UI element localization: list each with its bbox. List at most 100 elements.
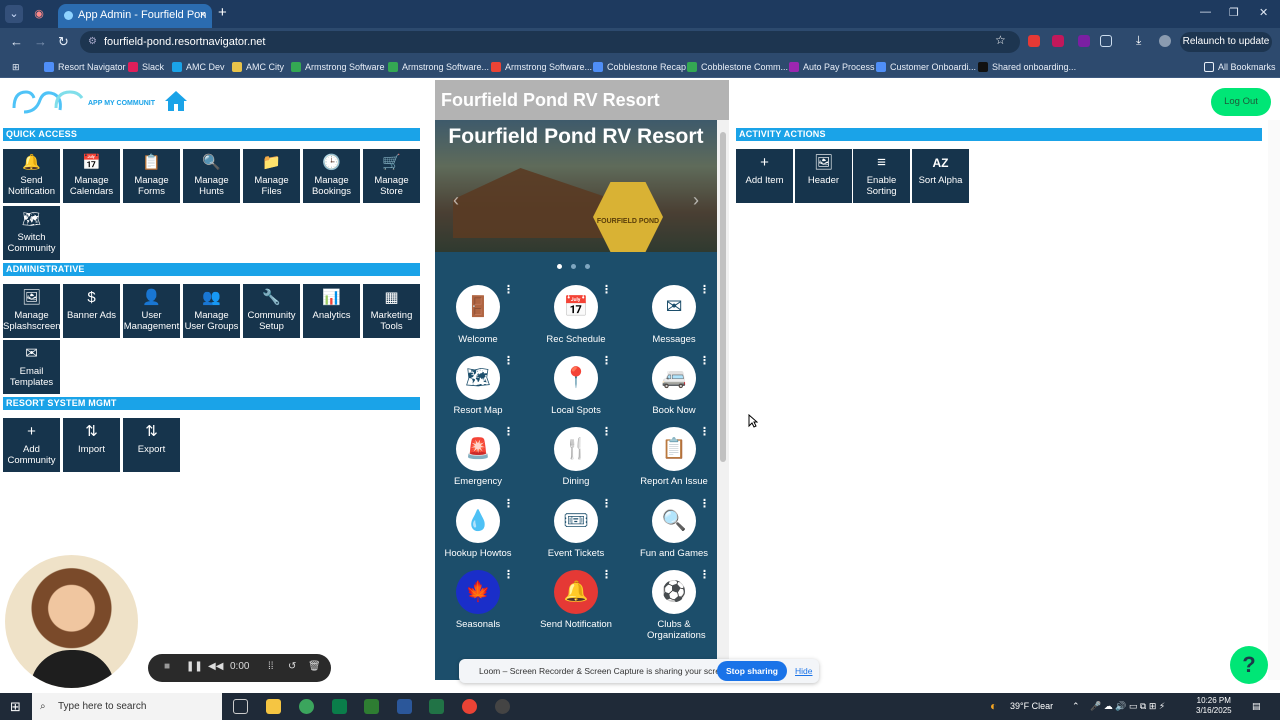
manage-forms-button[interactable]: 📋 Manage Forms [123,149,180,203]
bookmark-star-icon[interactable]: ☆ [995,33,1007,47]
more-options-icon[interactable]: ⋮ [699,427,710,438]
extension-icon[interactable] [1052,35,1064,47]
chrome-icon[interactable] [462,699,477,714]
back-icon[interactable]: ← [10,34,23,49]
site-info-icon[interactable]: ⚙ [88,31,97,53]
hide-link[interactable]: Hide [795,659,812,683]
marketing-tools-button[interactable]: ▦ Marketing Tools [363,284,420,338]
community-setup-button[interactable]: 🔧 Community Setup [243,284,300,338]
tray-icons[interactable]: 🎤 ☁ 🔊 ▭ ⧉ ⊞ ⚡ [1090,693,1165,720]
preview-item-hookup-howtos[interactable]: 💧 ⋮ Hookup Howtos [435,499,527,569]
carousel-dot[interactable] [557,264,562,269]
apps-icon[interactable]: ⊞ [12,56,20,78]
sort-alpha-button[interactable]: AZ Sort Alpha [912,149,969,203]
bookmark-item[interactable]: Cobblestone Recap [593,56,686,78]
extension-icon[interactable] [1028,35,1040,47]
file-explorer-icon[interactable] [266,699,281,714]
carousel-next-icon[interactable]: › [693,190,699,211]
app-my-community-logo[interactable]: APP MY COMMUNITY [10,86,155,118]
banner-ads-button[interactable]: $ Banner Ads [63,284,120,338]
tab-search-icon[interactable]: ⌄ [5,5,23,23]
logout-button[interactable]: Log Out [1211,88,1271,116]
hero-banner[interactable]: FOURFIELD POND Fourfield Pond RV Resort … [435,120,717,252]
close-tab-icon[interactable]: × [200,4,206,26]
url-input[interactable]: ⚙ fourfield-pond.resortnavigator.net [80,31,1020,53]
taskbar-search-input[interactable]: ⌕ Type here to search [32,693,222,720]
notifications-icon[interactable]: ▤ [1252,693,1261,720]
windows-start-icon[interactable]: ⊞ [10,693,21,720]
zoom-icon[interactable] [973,35,985,47]
weather-text[interactable]: 39°F Clear [1010,693,1053,720]
analytics-button[interactable]: 📊 Analytics [303,284,360,338]
preview-item-send-notification[interactable]: 🔔 ⋮ Send Notification [527,570,625,640]
app-icon[interactable] [495,699,510,714]
manage-user-groups-button[interactable]: 👥 Manage User Groups [183,284,240,338]
email-templates-button[interactable]: ✉ Email Templates [3,340,60,394]
manage-splashscreen-button[interactable]: 🖼 Manage Splashscreen [3,284,61,338]
export-button[interactable]: ⇅ Export [123,418,180,472]
download-icon[interactable]: ⤓ [1136,33,1148,47]
preview-item-emergency[interactable]: 🚨 ⋮ Emergency [435,427,527,497]
extensions-puzzle-icon[interactable] [1100,35,1112,47]
maximize-icon[interactable]: ❐ [1229,6,1239,19]
relaunch-button[interactable]: Relaunch to update [1180,32,1272,52]
stop-record-icon[interactable]: ■ [164,661,170,672]
manage-bookings-button[interactable]: 🕒 Manage Bookings [303,149,360,203]
preview-item-welcome[interactable]: 🚪 ⋮ Welcome [435,285,527,355]
preview-scrollbar[interactable] [717,120,729,680]
preview-item-event-tickets[interactable]: 🎟 ⋮ Event Tickets [527,499,625,569]
import-button[interactable]: ⇅ Import [63,418,120,472]
bookmark-item[interactable]: Customer Onboardi... [876,56,976,78]
bookmark-item[interactable]: Cobblestone Comm... [687,56,788,78]
manage-store-button[interactable]: 🛒 Manage Store [363,149,420,203]
more-options-icon[interactable]: ⋮ [503,427,514,438]
scrollbar-thumb[interactable] [720,132,726,462]
help-button[interactable]: ? [1230,646,1268,684]
grid-icon[interactable]: ⁞⁞ [268,661,274,672]
bookmark-item[interactable]: Auto Pay Process [789,56,875,78]
all-bookmarks[interactable]: All Bookmarks [1204,56,1276,78]
bookmark-item[interactable]: AMC Dev [172,56,225,78]
manage-files-button[interactable]: 📁 Manage Files [243,149,300,203]
more-options-icon[interactable]: ⋮ [699,499,710,510]
bookmark-item[interactable]: Shared onboarding... [978,56,1076,78]
switch-community-button[interactable]: 🗺 Switch Community [3,206,60,260]
home-icon[interactable] [164,90,188,112]
word-icon[interactable] [397,699,412,714]
manage-calendars-button[interactable]: 📅 Manage Calendars [63,149,120,203]
add-item-button[interactable]: + Add Item [736,149,793,203]
new-tab-icon[interactable]: + [218,4,227,21]
excel-icon[interactable] [429,699,444,714]
more-options-icon[interactable]: ⋮ [503,285,514,296]
delete-icon[interactable]: 🗑 [308,661,321,672]
bookmark-item[interactable]: AMC City [232,56,284,78]
close-window-icon[interactable]: ✕ [1259,6,1268,19]
reload-icon[interactable]: ↻ [58,34,69,50]
minimize-icon[interactable]: — [1200,6,1211,18]
more-options-icon[interactable]: ⋮ [699,356,710,367]
more-options-icon[interactable]: ⋮ [503,570,514,581]
bookmark-item[interactable]: Armstrong Software [291,56,385,78]
forward-icon[interactable]: → [34,34,47,49]
pinned-tab-icon[interactable]: ◉ [30,5,48,23]
app-icon[interactable] [364,699,379,714]
more-options-icon[interactable]: ⋮ [699,285,710,296]
preview-item-clubs-organizations[interactable]: ⚽ ⋮ Clubs & Organizations [625,570,717,642]
profile-avatar[interactable] [1159,35,1171,47]
extension-icon[interactable] [1078,35,1090,47]
preview-item-dining[interactable]: 🍴 ⋮ Dining [527,427,625,497]
more-options-icon[interactable]: ⋮ [601,499,612,510]
stop-sharing-button[interactable]: Stop sharing [717,661,787,681]
enable-sorting-button[interactable]: ≡ Enable Sorting [853,149,910,203]
page-scrollbar[interactable] [1268,120,1280,680]
more-options-icon[interactable]: ⋮ [503,356,514,367]
webcam-bubble[interactable] [5,555,138,688]
taskbar-clock[interactable]: 10:26 PM 3/16/2025 [1196,696,1232,716]
restart-icon[interactable]: ↺ [288,661,296,672]
bookmark-item[interactable]: Resort Navigator [44,56,126,78]
app-icon[interactable] [332,699,347,714]
more-options-icon[interactable]: ⋮ [601,427,612,438]
manage-hunts-button[interactable]: 🔍 Manage Hunts [183,149,240,203]
more-options-icon[interactable]: ⋮ [503,499,514,510]
add-community-button[interactable]: + Add Community [3,418,60,472]
